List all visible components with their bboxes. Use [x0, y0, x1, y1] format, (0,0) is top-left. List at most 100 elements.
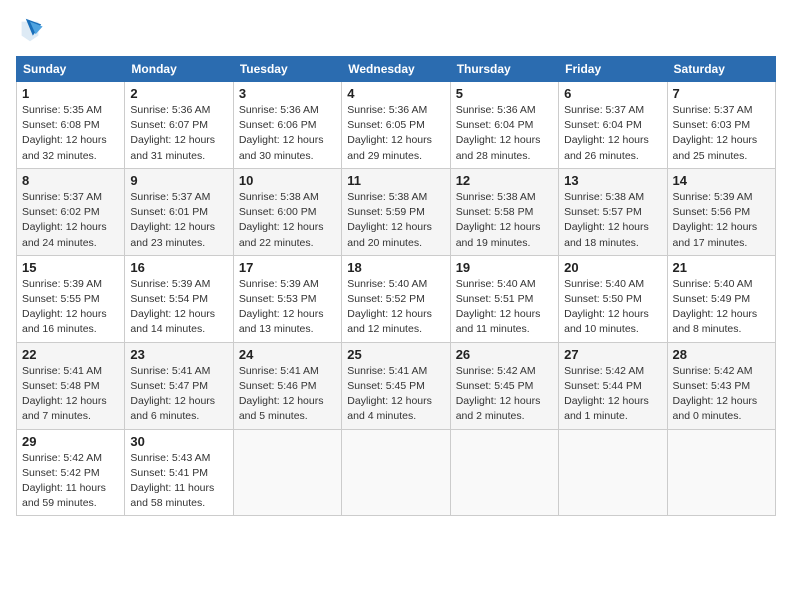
day-number: 13: [564, 173, 661, 188]
calendar-day-cell: 24 Sunrise: 5:41 AM Sunset: 5:46 PM Dayli…: [233, 342, 341, 429]
calendar-day-cell: [559, 429, 667, 516]
calendar-day-cell: 19 Sunrise: 5:40 AM Sunset: 5:51 PM Dayli…: [450, 255, 558, 342]
day-number: 19: [456, 260, 553, 275]
weekday-header-cell: Wednesday: [342, 57, 450, 82]
day-number: 18: [347, 260, 444, 275]
day-info: Sunrise: 5:43 AM Sunset: 5:41 PM Dayligh…: [130, 451, 227, 512]
day-info: Sunrise: 5:37 AM Sunset: 6:04 PM Dayligh…: [564, 103, 661, 164]
day-info: Sunrise: 5:40 AM Sunset: 5:51 PM Dayligh…: [456, 277, 553, 338]
weekday-header-cell: Thursday: [450, 57, 558, 82]
weekday-header-cell: Monday: [125, 57, 233, 82]
calendar-day-cell: 21 Sunrise: 5:40 AM Sunset: 5:49 PM Dayli…: [667, 255, 775, 342]
day-number: 24: [239, 347, 336, 362]
day-number: 26: [456, 347, 553, 362]
calendar-day-cell: 14 Sunrise: 5:39 AM Sunset: 5:56 PM Dayli…: [667, 168, 775, 255]
day-info: Sunrise: 5:36 AM Sunset: 6:07 PM Dayligh…: [130, 103, 227, 164]
day-number: 3: [239, 86, 336, 101]
day-info: Sunrise: 5:42 AM Sunset: 5:43 PM Dayligh…: [673, 364, 770, 425]
day-number: 23: [130, 347, 227, 362]
calendar-week-row: 1Sunrise: 5:35 AM Sunset: 6:08 PM Daylig…: [17, 82, 776, 169]
day-number: 27: [564, 347, 661, 362]
calendar-day-cell: 18 Sunrise: 5:40 AM Sunset: 5:52 PM Dayli…: [342, 255, 450, 342]
day-info: Sunrise: 5:35 AM Sunset: 6:08 PM Dayligh…: [22, 103, 119, 164]
day-number: 15: [22, 260, 119, 275]
day-info: Sunrise: 5:39 AM Sunset: 5:55 PM Dayligh…: [22, 277, 119, 338]
calendar-table: SundayMondayTuesdayWednesdayThursdayFrid…: [16, 56, 776, 516]
weekday-header-row: SundayMondayTuesdayWednesdayThursdayFrid…: [17, 57, 776, 82]
day-number: 16: [130, 260, 227, 275]
calendar-day-cell: 27 Sunrise: 5:42 AM Sunset: 5:44 PM Dayli…: [559, 342, 667, 429]
calendar-day-cell: 22Sunrise: 5:41 AM Sunset: 5:48 PM Dayli…: [17, 342, 125, 429]
day-info: Sunrise: 5:39 AM Sunset: 5:56 PM Dayligh…: [673, 190, 770, 251]
day-number: 14: [673, 173, 770, 188]
calendar-day-cell: 1Sunrise: 5:35 AM Sunset: 6:08 PM Daylig…: [17, 82, 125, 169]
day-number: 29: [22, 434, 119, 449]
calendar-day-cell: 3 Sunrise: 5:36 AM Sunset: 6:06 PM Daylig…: [233, 82, 341, 169]
weekday-header-cell: Friday: [559, 57, 667, 82]
calendar-day-cell: 15 Sunrise: 5:39 AM Sunset: 5:55 PM Dayli…: [17, 255, 125, 342]
day-number: 21: [673, 260, 770, 275]
calendar-day-cell: [450, 429, 558, 516]
calendar-day-cell: 29Sunrise: 5:42 AM Sunset: 5:42 PM Dayli…: [17, 429, 125, 516]
day-info: Sunrise: 5:37 AM Sunset: 6:03 PM Dayligh…: [673, 103, 770, 164]
day-info: Sunrise: 5:39 AM Sunset: 5:54 PM Dayligh…: [130, 277, 227, 338]
calendar-day-cell: 13 Sunrise: 5:38 AM Sunset: 5:57 PM Dayli…: [559, 168, 667, 255]
day-number: 25: [347, 347, 444, 362]
day-info: Sunrise: 5:41 AM Sunset: 5:47 PM Dayligh…: [130, 364, 227, 425]
calendar-day-cell: 10 Sunrise: 5:38 AM Sunset: 6:00 PM Dayli…: [233, 168, 341, 255]
calendar-week-row: 22Sunrise: 5:41 AM Sunset: 5:48 PM Dayli…: [17, 342, 776, 429]
day-number: 30: [130, 434, 227, 449]
calendar-week-row: 8 Sunrise: 5:37 AM Sunset: 6:02 PM Daylig…: [17, 168, 776, 255]
day-info: Sunrise: 5:41 AM Sunset: 5:45 PM Dayligh…: [347, 364, 444, 425]
day-info: Sunrise: 5:38 AM Sunset: 5:57 PM Dayligh…: [564, 190, 661, 251]
day-info: Sunrise: 5:37 AM Sunset: 6:02 PM Dayligh…: [22, 190, 119, 251]
day-number: 12: [456, 173, 553, 188]
day-number: 22: [22, 347, 119, 362]
calendar-day-cell: 5 Sunrise: 5:36 AM Sunset: 6:04 PM Daylig…: [450, 82, 558, 169]
day-info: Sunrise: 5:40 AM Sunset: 5:50 PM Dayligh…: [564, 277, 661, 338]
day-number: 8: [22, 173, 119, 188]
day-info: Sunrise: 5:40 AM Sunset: 5:52 PM Dayligh…: [347, 277, 444, 338]
calendar-day-cell: 28 Sunrise: 5:42 AM Sunset: 5:43 PM Dayli…: [667, 342, 775, 429]
weekday-header-cell: Sunday: [17, 57, 125, 82]
calendar-day-cell: 30 Sunrise: 5:43 AM Sunset: 5:41 PM Dayli…: [125, 429, 233, 516]
calendar-day-cell: 6 Sunrise: 5:37 AM Sunset: 6:04 PM Daylig…: [559, 82, 667, 169]
calendar-day-cell: 12 Sunrise: 5:38 AM Sunset: 5:58 PM Dayli…: [450, 168, 558, 255]
day-info: Sunrise: 5:38 AM Sunset: 5:59 PM Dayligh…: [347, 190, 444, 251]
day-info: Sunrise: 5:36 AM Sunset: 6:04 PM Dayligh…: [456, 103, 553, 164]
calendar-day-cell: 11 Sunrise: 5:38 AM Sunset: 5:59 PM Dayli…: [342, 168, 450, 255]
logo-icon: [16, 16, 44, 44]
day-number: 11: [347, 173, 444, 188]
logo: [16, 16, 48, 44]
calendar-day-cell: 17Sunrise: 5:39 AM Sunset: 5:53 PM Dayli…: [233, 255, 341, 342]
day-info: Sunrise: 5:37 AM Sunset: 6:01 PM Dayligh…: [130, 190, 227, 251]
day-info: Sunrise: 5:38 AM Sunset: 6:00 PM Dayligh…: [239, 190, 336, 251]
day-number: 2: [130, 86, 227, 101]
calendar-day-cell: [342, 429, 450, 516]
day-info: Sunrise: 5:38 AM Sunset: 5:58 PM Dayligh…: [456, 190, 553, 251]
weekday-header-cell: Saturday: [667, 57, 775, 82]
day-number: 10: [239, 173, 336, 188]
day-number: 7: [673, 86, 770, 101]
weekday-header-cell: Tuesday: [233, 57, 341, 82]
calendar-day-cell: [233, 429, 341, 516]
day-info: Sunrise: 5:40 AM Sunset: 5:49 PM Dayligh…: [673, 277, 770, 338]
day-info: Sunrise: 5:36 AM Sunset: 6:06 PM Dayligh…: [239, 103, 336, 164]
day-info: Sunrise: 5:36 AM Sunset: 6:05 PM Dayligh…: [347, 103, 444, 164]
day-number: 9: [130, 173, 227, 188]
calendar-day-cell: 20 Sunrise: 5:40 AM Sunset: 5:50 PM Dayli…: [559, 255, 667, 342]
day-number: 6: [564, 86, 661, 101]
calendar-week-row: 15 Sunrise: 5:39 AM Sunset: 5:55 PM Dayli…: [17, 255, 776, 342]
day-number: 4: [347, 86, 444, 101]
calendar-day-cell: 4 Sunrise: 5:36 AM Sunset: 6:05 PM Daylig…: [342, 82, 450, 169]
day-info: Sunrise: 5:39 AM Sunset: 5:53 PM Dayligh…: [239, 277, 336, 338]
day-info: Sunrise: 5:41 AM Sunset: 5:46 PM Dayligh…: [239, 364, 336, 425]
calendar-day-cell: 26Sunrise: 5:42 AM Sunset: 5:45 PM Dayli…: [450, 342, 558, 429]
day-number: 28: [673, 347, 770, 362]
calendar-day-cell: 8 Sunrise: 5:37 AM Sunset: 6:02 PM Daylig…: [17, 168, 125, 255]
page-header: [16, 16, 776, 44]
day-number: 20: [564, 260, 661, 275]
calendar-day-cell: [667, 429, 775, 516]
day-number: 5: [456, 86, 553, 101]
day-info: Sunrise: 5:42 AM Sunset: 5:44 PM Dayligh…: [564, 364, 661, 425]
